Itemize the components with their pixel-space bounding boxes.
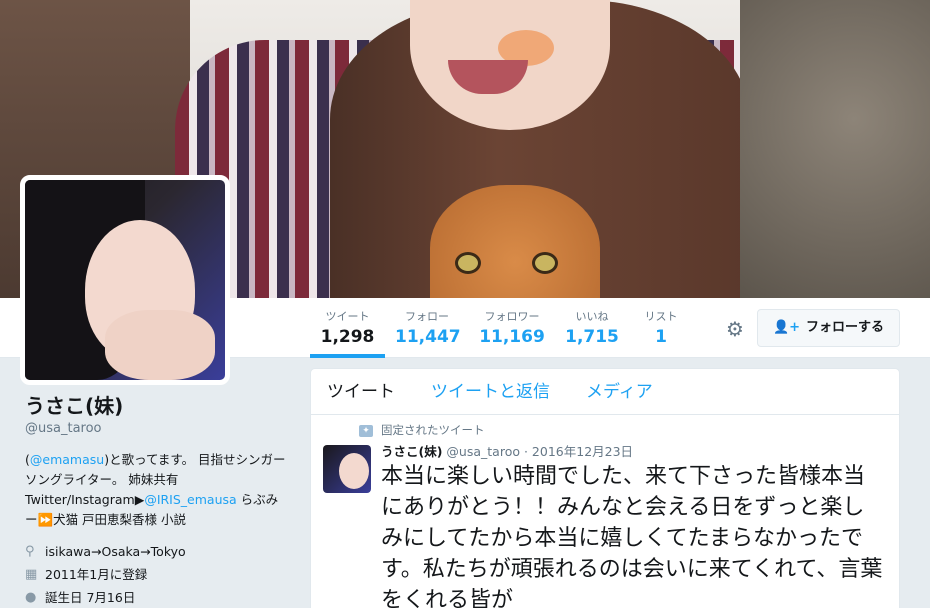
stat-following[interactable]: フォロー 11,447 <box>395 300 461 348</box>
stat-followers[interactable]: フォロワー 11,169 <box>476 300 548 348</box>
tweet-header: うさこ(妹) @usa_taroo · 2016年12月23日 <box>381 443 633 461</box>
follow-person-icon: 👤+ <box>772 320 801 335</box>
bio-mention-link[interactable]: @emamasu <box>30 452 104 467</box>
bio-mention-link[interactable]: @IRIS_emausa <box>144 492 236 507</box>
profile-avatar[interactable] <box>20 175 230 385</box>
stat-label: リスト <box>644 310 678 323</box>
profile-joined: 2011年1月に登録 <box>45 567 148 582</box>
location-icon: ⚲ <box>25 544 35 559</box>
profile-bio: (@emamasu)と歌ってます。 目指せシンガーソングライター。 姉妹共有Tw… <box>25 450 287 530</box>
stat-value: 1,298 <box>320 327 375 347</box>
stat-value: 1,715 <box>565 327 619 347</box>
timeline-card: ツイート ツイートと返信 メディア ✦ 固定されたツイート うさこ(妹) @us… <box>310 368 900 608</box>
stat-value: 11,169 <box>479 327 545 347</box>
stat-value: 1 <box>655 327 667 347</box>
gear-icon[interactable]: ⚙ <box>722 316 748 342</box>
tweet-text: 本当に楽しい時間でした、来て下さった皆様本当にありがとう！！みんなと会える日をず… <box>381 464 883 608</box>
stat-label: ツイート <box>325 310 370 323</box>
tweet-date[interactable]: · 2016年12月23日 <box>524 444 633 459</box>
profile-card: うさこ(妹) @usa_taroo (@emamasu)と歌ってます。 目指せシ… <box>25 392 295 608</box>
tweet-author-handle[interactable]: @usa_taroo <box>446 444 520 459</box>
stat-label: フォロー <box>405 310 449 323</box>
stat-label: いいね <box>575 310 609 323</box>
twitter-profile-page: ツイート 1,298 フォロー 11,447 フォロワー 11,169 いいね … <box>0 0 930 608</box>
tab-tweets[interactable]: ツイート <box>327 369 395 415</box>
timeline-tabs: ツイート ツイートと返信 メディア <box>311 369 899 415</box>
pinned-label: 固定されたツイート <box>381 423 485 437</box>
balloon-icon: ● <box>25 590 37 605</box>
profile-birthday: 誕生日 7月16日 <box>45 590 136 605</box>
follow-button-label: フォローする <box>806 320 885 335</box>
tab-tweets-and-replies[interactable]: ツイートと返信 <box>431 369 550 415</box>
stat-lists[interactable]: リスト 1 <box>638 300 684 348</box>
tweet-avatar[interactable] <box>323 445 371 493</box>
tweet-author-name[interactable]: うさこ(妹) <box>381 444 442 459</box>
tab-media[interactable]: メディア <box>586 369 653 415</box>
stat-value: 11,447 <box>395 327 461 347</box>
profile-name: うさこ(妹) <box>25 394 124 418</box>
profile-meta: ⚲ isikawa→Osaka→Tokyo ▦ 2011年1月に登録 ● 誕生日 7月… <box>25 540 295 608</box>
profile-handle[interactable]: @usa_taroo <box>25 420 295 438</box>
calendar-icon: ▦ <box>25 567 38 582</box>
stat-tweets[interactable]: ツイート 1,298 <box>310 300 385 358</box>
follow-button[interactable]: 👤+ フォローする <box>757 309 900 347</box>
profile-location: isikawa→Osaka→Tokyo <box>45 544 186 559</box>
pin-icon: ✦ <box>359 425 373 437</box>
stat-likes[interactable]: いいね 1,715 <box>562 300 622 348</box>
stat-label: フォロワー <box>484 310 540 323</box>
